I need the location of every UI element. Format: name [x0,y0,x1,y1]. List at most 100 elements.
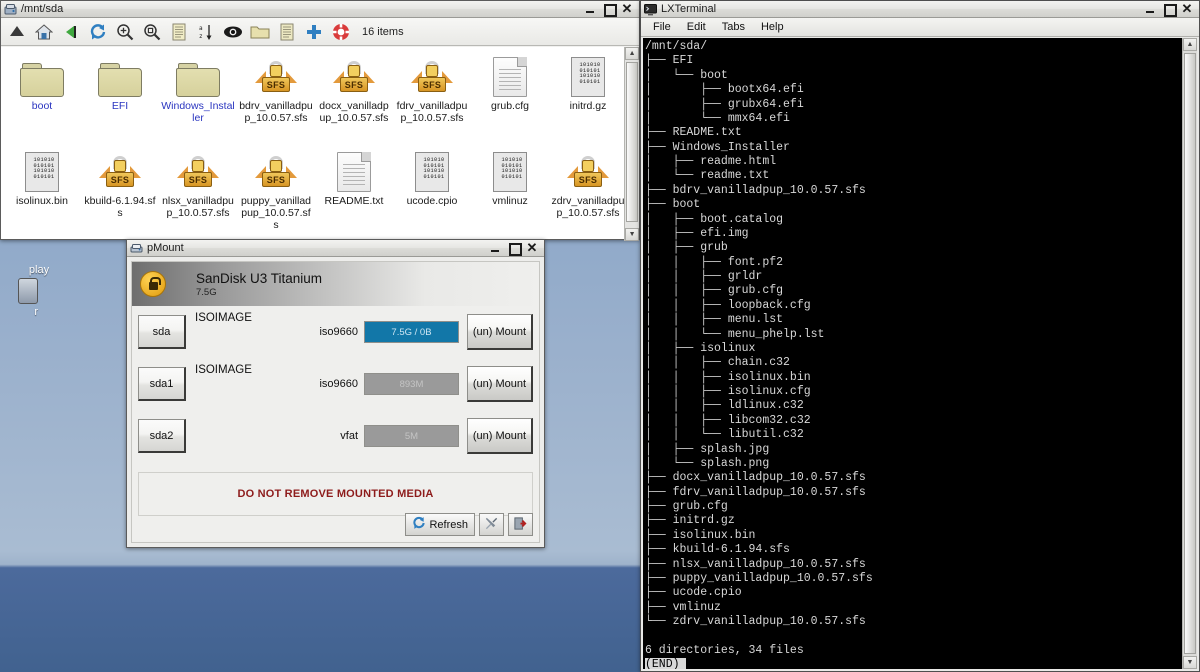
terminal-output: /mnt/sda/ ├── EFI │ └── boot │ ├── bootx… [643,38,1182,669]
file-count-label: 16 items [362,25,404,38]
desktop-icon-partial[interactable]: r [0,278,38,318]
menu-tabs[interactable]: Tabs [714,20,753,34]
scroll-up-arrow[interactable]: ▲ [625,47,639,60]
file-item[interactable]: boot [3,53,81,148]
file-manager-titlebar[interactable]: /mnt/sda ✕ [1,1,639,18]
refresh-icon[interactable] [88,22,108,42]
close-button[interactable]: ✕ [526,241,538,254]
file-item[interactable]: 101010 010101 101010 010101 ucode.cpio [393,148,471,239]
file-item[interactable]: 101010 010101 101010 010101 isolinux.bin [3,148,81,239]
show-hidden-icon[interactable] [223,22,243,42]
minimize-button[interactable] [1145,3,1157,15]
file-item[interactable]: SFS nlsx_vanilladpup_10.0.57.sfs [159,148,237,239]
maximize-button[interactable] [1163,3,1177,17]
file-item[interactable]: SFS docx_vanilladpup_10.0.57.sfs [315,53,393,148]
zoom-fit-icon[interactable] [142,22,162,42]
terminal-body[interactable]: /mnt/sda/ ├── EFI │ └── boot │ ├── bootx… [643,38,1197,669]
file-item[interactable]: Windows_Installer [159,53,237,148]
pmount-titlebar[interactable]: pMount ✕ [127,240,544,257]
partition-button[interactable]: sda1 [138,367,186,401]
minimize-button[interactable] [490,242,502,254]
file-item[interactable]: 101010 010101 101010 010101 initrd.gz [549,53,624,148]
drive-icon [4,3,17,16]
file-manager-body: boot EFI Windows_Installer SFS bdrv_vanillad… [1,47,639,241]
file-item[interactable]: grub.cfg [471,53,549,148]
sfs-package-icon: SFS [237,148,315,192]
drive-icon [130,242,143,255]
binary-file-icon: 101010 010101 101010 010101 [393,148,471,192]
maximize-button[interactable] [603,3,617,17]
terminal-icon [644,3,657,16]
pmount-partition-row: sda2 vfat 5M (un) Mount [132,410,539,462]
back-icon[interactable] [61,22,81,42]
desktop: play r /mnt/sda ✕ a z 16 items boot EFI … [0,0,1200,672]
folder-icon [159,53,237,97]
list-view-icon[interactable] [169,22,189,42]
folder-icon [81,53,159,97]
desktop-icon-glyph-2 [18,278,38,304]
tools-button[interactable] [479,513,504,536]
open-folder-icon[interactable] [250,22,270,42]
binary-file-icon: 101010 010101 101010 010101 [549,53,624,97]
close-button[interactable]: ✕ [621,2,633,15]
file-manager-scrollbar[interactable]: ▲ ▼ [624,47,639,241]
partition-label: ISOIMAGE [195,364,252,376]
quit-button[interactable] [508,513,533,536]
file-item[interactable]: 101010 010101 101010 010101 vmlinuz [471,148,549,239]
file-label: bdrv_vanilladpup_10.0.57.sfs [239,100,313,124]
up-icon[interactable] [7,22,27,42]
scroll-up-arrow[interactable]: ▲ [1183,38,1197,51]
sfs-package-icon: SFS [81,148,159,192]
file-item[interactable]: EFI [81,53,159,148]
scroll-thumb[interactable] [1184,53,1196,654]
menu-help[interactable]: Help [753,20,792,34]
mount-toggle-button[interactable]: (un) Mount [467,366,533,402]
file-label: vmlinuz [492,195,528,207]
scroll-thumb[interactable] [626,62,638,222]
file-item[interactable]: SFS zdrv_vanilladpup_10.0.57.sfs [549,148,624,239]
close-button[interactable]: ✕ [1181,2,1193,15]
terminal-title: LXTerminal [661,3,717,15]
file-item[interactable]: SFS puppy_vanilladpup_10.0.57.sfs [237,148,315,239]
partition-button[interactable]: sda [138,315,186,349]
menu-edit[interactable]: Edit [679,20,714,34]
file-label: isolinux.bin [16,195,68,207]
pmount-device-info: SanDisk U3 Titanium 7.5G [196,271,322,298]
file-label: initrd.gz [569,100,607,112]
pmount-partition-row: sda1 ISOIMAGE iso9660 893M (un) Mount [132,358,539,410]
file-item[interactable]: SFS kbuild-6.1.94.sfs [81,148,159,239]
mount-toggle-button[interactable]: (un) Mount [467,418,533,454]
file-label: grub.cfg [491,100,529,112]
pmount-partition-list: sda ISOIMAGE iso9660 7.5G / 0B (un) Mount sda… [132,306,539,462]
mount-toggle-button[interactable]: (un) Mount [467,314,533,350]
file-item[interactable]: README.txt [315,148,393,239]
usage-label: 7.5G / 0B [391,326,432,338]
sfs-package-icon: SFS [237,53,315,97]
scroll-down-arrow[interactable]: ▼ [625,228,639,241]
terminal-cursor [679,658,687,669]
mount-icon[interactable] [331,22,351,42]
new-icon[interactable] [304,22,324,42]
file-item[interactable]: SFS fdrv_vanilladpup_10.0.57.sfs [393,53,471,148]
file-manager-title: /mnt/sda [21,3,64,15]
file-label: Windows_Installer [161,100,235,124]
usage-label: 5M [404,430,419,442]
terminal-scrollbar[interactable]: ▲ ▼ [1182,38,1197,669]
refresh-icon [412,516,426,533]
maximize-button[interactable] [508,242,522,256]
sfs-package-icon: SFS [549,148,624,192]
sort-icon[interactable]: az [196,22,216,42]
minimize-button[interactable] [585,3,597,15]
file-item[interactable]: SFS bdrv_vanilladpup_10.0.57.sfs [237,53,315,148]
scroll-down-arrow[interactable]: ▼ [1183,656,1197,669]
tools-icon [484,516,499,534]
partition-button[interactable]: sda2 [138,419,186,453]
zoom-in-icon[interactable] [115,22,135,42]
menu-file[interactable]: File [645,20,679,34]
details-view-icon[interactable] [277,22,297,42]
file-label: EFI [111,100,129,112]
terminal-titlebar[interactable]: LXTerminal ✕ [641,1,1199,18]
home-icon[interactable] [34,22,54,42]
refresh-button[interactable]: Refresh [405,513,475,536]
pmount-warning-text: DO NOT REMOVE MOUNTED MEDIA [237,488,434,500]
